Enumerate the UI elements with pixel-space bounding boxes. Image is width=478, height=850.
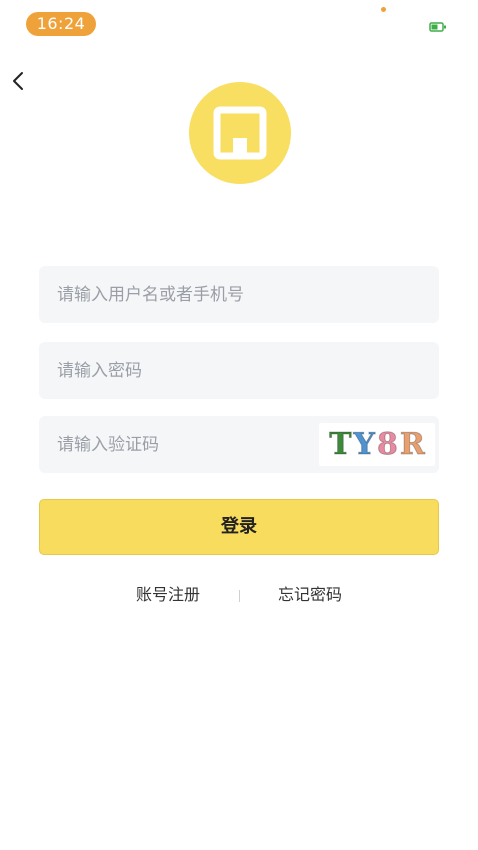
notification-dot [381,7,386,12]
captcha-image[interactable]: T Y 8 R [319,423,435,466]
captcha-char: 8 [376,426,398,462]
forgot-password-link[interactable]: 忘记密码 [278,584,342,606]
battery-charging-icon [429,22,446,32]
captcha-field-container: T Y 8 R [39,416,439,473]
app-logo [189,82,291,184]
chevron-left-icon [13,72,23,90]
captcha-char: Y [353,426,375,462]
captcha-char: T [329,426,352,462]
username-input[interactable] [57,266,417,323]
password-input[interactable] [57,342,417,399]
store-icon [213,106,267,160]
back-button[interactable] [8,68,30,94]
link-divider [239,590,240,602]
captcha-input[interactable] [57,416,307,473]
login-button[interactable]: 登录 [39,499,439,555]
captcha-char: R [399,426,425,462]
register-link[interactable]: 账号注册 [136,584,200,606]
status-time: 16:24 [26,12,96,36]
password-field-container [39,342,439,399]
username-field-container [39,266,439,323]
